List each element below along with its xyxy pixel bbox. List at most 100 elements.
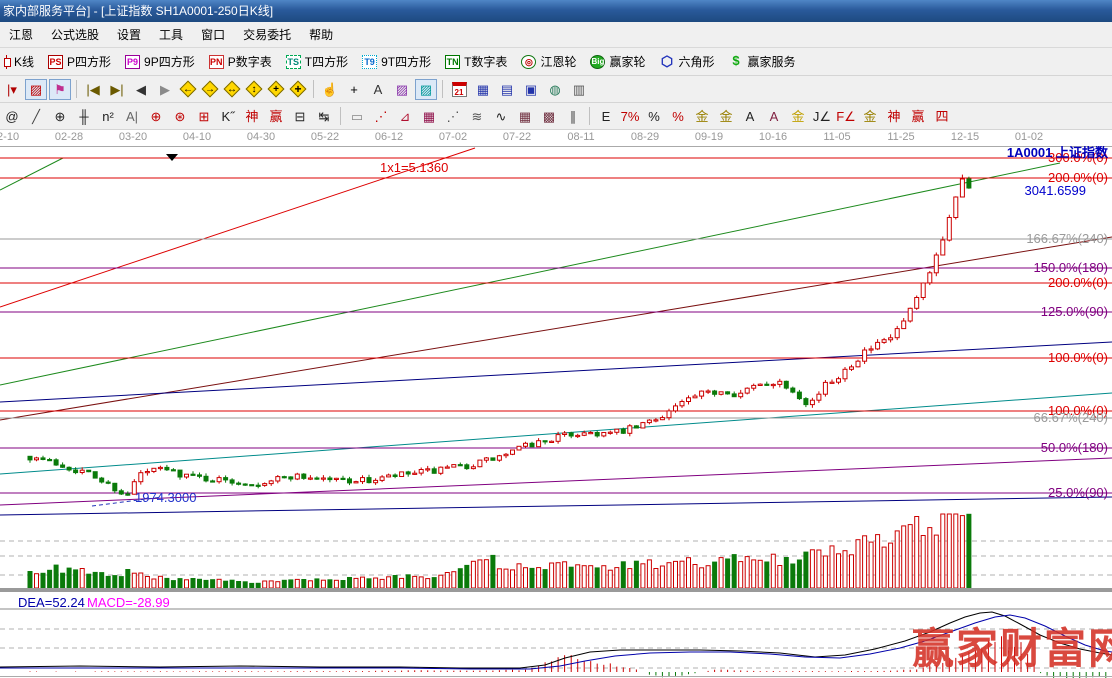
spiral-tool[interactable]: @ bbox=[1, 106, 23, 127]
si-angle-tool[interactable]: 四 bbox=[931, 106, 953, 127]
tn-badge: TN bbox=[445, 55, 460, 69]
title-bar[interactable]: 家内部服务平台] - [上证指数 SH1A0001-250日K线] bbox=[0, 0, 1112, 22]
menu-gann[interactable]: 江恩 bbox=[0, 22, 42, 47]
memo-button[interactable]: ▤ bbox=[496, 79, 518, 100]
menu-trade-entrust[interactable]: 交易委托 bbox=[234, 22, 300, 47]
tool-t-digit-table-label: T数字表 bbox=[464, 53, 507, 70]
parallel-lines-tool[interactable]: ∥ bbox=[562, 106, 584, 127]
jin-angle-tool[interactable]: 金 bbox=[859, 106, 881, 127]
date-tick-label: 10-16 bbox=[759, 131, 787, 143]
percent-lines-tool[interactable]: % bbox=[667, 106, 689, 127]
percent-tool[interactable]: % bbox=[643, 106, 665, 127]
candle-period-dropdown[interactable]: |▾ bbox=[1, 79, 23, 100]
box-select-tool[interactable]: ▭ bbox=[346, 106, 368, 127]
diamond-expand-all[interactable]: + bbox=[265, 79, 287, 100]
tool-winner-service[interactable]: $ 赢家服务 bbox=[724, 51, 801, 72]
calculator-button[interactable]: ▦ bbox=[472, 79, 494, 100]
calendar-icon: 21 bbox=[452, 82, 467, 97]
e-ruler-tool[interactable]: E bbox=[595, 106, 617, 127]
web-export-button[interactable]: ◍ bbox=[544, 79, 566, 100]
shen-grid-tool[interactable]: 神 bbox=[241, 106, 263, 127]
tool-t-square[interactable]: TST四方形 bbox=[282, 51, 354, 72]
first-bar-button[interactable]: |◀ bbox=[82, 79, 104, 100]
tool-hexagon-label: 六角形 bbox=[678, 53, 714, 70]
diamond-compress-v[interactable]: ↕ bbox=[243, 79, 265, 100]
diamond-expand-max[interactable]: + bbox=[287, 79, 309, 100]
tool-p-digit-table[interactable]: PNP数字表 bbox=[205, 51, 278, 72]
spiderweb-tool[interactable]: ⊛ bbox=[169, 106, 191, 127]
diamond-shift-right[interactable]: → bbox=[199, 79, 221, 100]
kline-icon bbox=[3, 55, 10, 69]
tool-t-square-label: T四方形 bbox=[305, 53, 348, 70]
purple-stamp-tool[interactable]: ▨ bbox=[391, 79, 413, 100]
mirror-a-tool[interactable]: A| bbox=[121, 106, 143, 127]
tool-gann-wheel[interactable]: ◎江恩轮 bbox=[517, 51, 582, 72]
n2-ruler-tool[interactable]: n² bbox=[97, 106, 119, 127]
tool-p-square-label: P四方形 bbox=[67, 53, 111, 70]
tool-winner-wheel[interactable]: Big赢家轮 bbox=[586, 51, 651, 72]
ying-grid-tool[interactable]: 赢 bbox=[265, 106, 287, 127]
fan-red-tool[interactable]: ⋰ bbox=[370, 106, 392, 127]
tool-hexagon[interactable]: ⬡六角形 bbox=[655, 51, 720, 72]
date-tick-label: 02-10 bbox=[0, 131, 19, 143]
percent7-tool[interactable]: 7% bbox=[619, 106, 641, 127]
menu-formula-stock-pick[interactable]: 公式选股 bbox=[42, 22, 108, 47]
diamond-expand-h[interactable]: ↔ bbox=[221, 79, 243, 100]
tool-p-square[interactable]: PSP四方形 bbox=[44, 51, 117, 72]
wave-a-tool[interactable]: A bbox=[763, 106, 785, 127]
tool-t-digit-table[interactable]: TN T数字表 bbox=[441, 51, 513, 72]
jin-circle-tool[interactable]: 金 bbox=[691, 106, 713, 127]
gann-stamp-tool[interactable]: ▨ bbox=[25, 79, 47, 100]
annotate-tool[interactable]: A bbox=[367, 79, 389, 100]
k-tick-tool[interactable]: K˝ bbox=[217, 106, 239, 127]
ruler-scale-tool[interactable]: ⊟ bbox=[289, 106, 311, 127]
shen-angle-tool[interactable]: 神 bbox=[883, 106, 905, 127]
calendar-button[interactable]: 21 bbox=[448, 79, 470, 100]
pen-tool[interactable]: ╱ bbox=[25, 106, 47, 127]
menu-window[interactable]: 窗口 bbox=[192, 22, 234, 47]
curve-fan-tool[interactable]: ≋ bbox=[466, 106, 488, 127]
save-button[interactable]: ▣ bbox=[520, 79, 542, 100]
last-bar-button[interactable]: ▶| bbox=[106, 79, 128, 100]
menu-tools[interactable]: 工具 bbox=[150, 22, 192, 47]
tally-ruler-tool[interactable]: ╫ bbox=[73, 106, 95, 127]
tool-9p-square[interactable]: P99P四方形 bbox=[121, 51, 201, 72]
diamond-compress-v-arrow-icon: ↕ bbox=[252, 84, 257, 95]
gann-circle-tool[interactable]: ⊕ bbox=[49, 106, 71, 127]
jin-lines-tool[interactable]: 金 bbox=[715, 106, 737, 127]
f-angle-tool[interactable]: F∠ bbox=[835, 106, 857, 127]
square-web-tool[interactable]: ⊞ bbox=[193, 106, 215, 127]
span-arrow-tool[interactable]: ↹ bbox=[313, 106, 335, 127]
volume-baseline bbox=[0, 588, 1112, 592]
cyan-stamp-tool[interactable]: ▨ bbox=[415, 79, 437, 100]
j-angle-tool[interactable]: J∠ bbox=[811, 106, 833, 127]
next-bar-button[interactable]: ▶ bbox=[154, 79, 176, 100]
system-info-button[interactable]: ▥ bbox=[568, 79, 590, 100]
zigzag-tool[interactable]: ∿ bbox=[490, 106, 512, 127]
web-square-red-tool[interactable]: ▦ bbox=[418, 106, 440, 127]
crosshair-tool[interactable]: + bbox=[343, 79, 365, 100]
date-tick-label: 06-12 bbox=[375, 131, 403, 143]
menu-help[interactable]: 帮助 bbox=[300, 22, 342, 47]
dollar-icon: $ bbox=[728, 55, 743, 69]
tool-kline[interactable]: K线 bbox=[2, 51, 40, 72]
fan-square-tool[interactable]: ⊿ bbox=[394, 106, 416, 127]
dea-value-label: DEA=52.24 bbox=[18, 595, 85, 610]
ying-angle-tool[interactable]: 赢 bbox=[907, 106, 929, 127]
red-circle-cross-tool[interactable]: ⊕ bbox=[145, 106, 167, 127]
trend-chart-tool[interactable]: ⚑ bbox=[49, 79, 71, 100]
angle-fan-tool[interactable]: ⋰ bbox=[442, 106, 464, 127]
marked-low-label: 1974.3000 bbox=[135, 490, 196, 505]
tool-9t-square[interactable]: T99T四方形 bbox=[358, 51, 437, 72]
tool-winner-service-label: 赢家服务 bbox=[747, 53, 795, 70]
prev-bar-button[interactable]: ◀ bbox=[130, 79, 152, 100]
kline-plot[interactable]: 300.0%(0)200.0%(0)166.67%(240)150.0%(180… bbox=[0, 146, 1112, 678]
grid-dark-tool[interactable]: ▩ bbox=[538, 106, 560, 127]
menu-settings[interactable]: 设置 bbox=[108, 22, 150, 47]
ink-a-tool[interactable]: A bbox=[739, 106, 761, 127]
hand-pan-tool[interactable]: ☝ bbox=[319, 79, 341, 100]
jin-red-tool[interactable]: 金 bbox=[787, 106, 809, 127]
diamond-shift-left[interactable]: ← bbox=[177, 79, 199, 100]
chart-area[interactable]: 02-1002-2803-2004-1004-3005-2206-1207-02… bbox=[0, 130, 1112, 678]
grid-tool[interactable]: ▦ bbox=[514, 106, 536, 127]
